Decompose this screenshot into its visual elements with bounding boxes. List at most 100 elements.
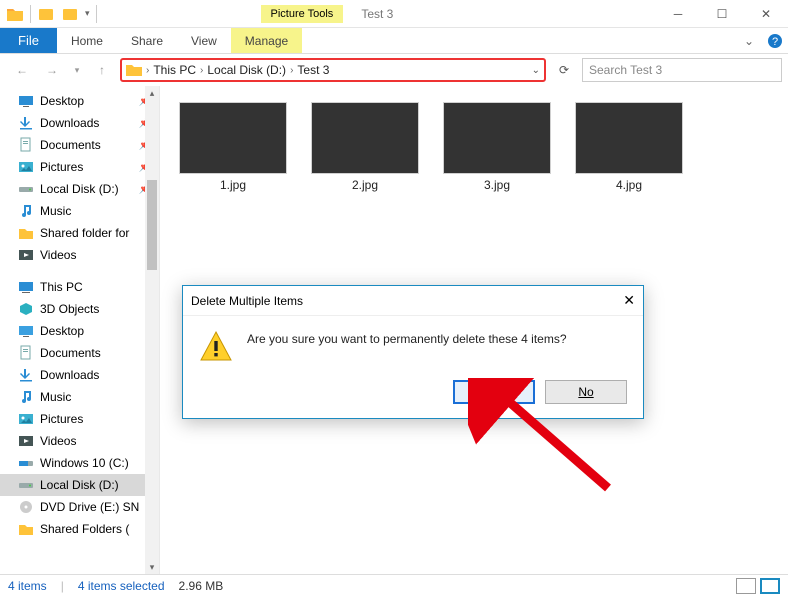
up-button[interactable]: ↑ [90,58,114,82]
document-icon [18,137,34,153]
sidebar-item-label: This PC [40,280,83,294]
window-title: Test 3 [361,7,393,21]
qat-button-2[interactable] [59,3,81,25]
contextual-tab-label: Picture Tools [261,5,344,23]
sidebar-item[interactable]: Videos [0,430,159,452]
videos-icon [18,433,34,449]
sidebar-item[interactable]: Shared Folders ( [0,518,159,540]
sidebar-item[interactable]: Documents📌 [0,134,159,156]
sidebar-item[interactable]: Videos [0,244,159,266]
thumbnail-image [179,102,287,174]
drive-c-icon [18,455,34,471]
qat-button-1[interactable] [35,3,57,25]
chevron-right-icon[interactable]: › [146,65,149,76]
sidebar-item[interactable] [0,266,159,276]
sidebar-item[interactable]: 3D Objects [0,298,159,320]
refresh-button[interactable]: ⟳ [552,58,576,82]
maximize-button[interactable]: ☐ [700,0,744,28]
sidebar-item-label: Local Disk (D:) [40,182,119,196]
sidebar-item[interactable]: Music [0,200,159,222]
sidebar-item[interactable]: Documents [0,342,159,364]
sidebar-item-label: DVD Drive (E:) SN [40,500,139,514]
crumb-local-disk-d[interactable]: Local Disk (D:) [207,63,286,77]
chevron-right-icon[interactable]: › [200,65,203,76]
document-icon [18,345,34,361]
crumb-test-3[interactable]: Test 3 [297,63,329,77]
sidebar-item-label: Downloads [40,116,99,130]
file-item[interactable]: 2.jpg [310,102,420,192]
sidebar-item[interactable]: Local Disk (D:)📌 [0,178,159,200]
minimize-button[interactable]: ─ [656,0,700,28]
forward-button[interactable]: → [40,58,64,82]
view-details-button[interactable] [736,578,756,594]
sidebar-item[interactable]: This PC [0,276,159,298]
shared-icon [18,521,34,537]
ribbon-collapse-icon[interactable]: ⌄ [736,28,762,53]
download-icon [18,115,34,131]
sidebar-item-label: Desktop [40,94,84,108]
status-selected-count: 4 items selected [78,579,165,593]
sidebar-item[interactable]: Local Disk (D:) [0,474,159,496]
svg-text:?: ? [772,36,778,48]
help-icon[interactable]: ? [762,28,788,53]
divider [96,5,97,23]
back-button[interactable]: ← [10,58,34,82]
file-item[interactable]: 3.jpg [442,102,552,192]
quick-access-toolbar: ▾ [0,3,103,25]
sidebar-item[interactable]: Windows 10 (C:) [0,452,159,474]
search-input[interactable]: Search Test 3 [582,58,782,82]
sidebar-item[interactable]: Pictures📌 [0,156,159,178]
sidebar-scrollbar[interactable]: ▴ ▾ [145,86,159,574]
crumb-this-pc[interactable]: This PC [153,63,196,77]
desktop-icon [18,93,34,109]
sidebar-item[interactable]: Shared folder for [0,222,159,244]
scroll-down-icon[interactable]: ▾ [145,560,159,574]
file-item[interactable]: 1.jpg [178,102,288,192]
sidebar-item[interactable]: Desktop [0,320,159,342]
qat-dropdown-icon[interactable]: ▾ [83,8,92,19]
dialog-close-button[interactable]: ✕ [623,292,635,309]
desktop2-icon [18,323,34,339]
tab-home[interactable]: Home [57,28,117,53]
address-dropdown-icon[interactable]: ⌄ [532,65,540,76]
yes-button[interactable]: Yes [453,380,535,404]
pictures-icon [18,159,34,175]
navigation-sidebar: Desktop📌Downloads📌Documents📌Pictures📌Loc… [0,86,160,574]
thispc-icon [18,279,34,295]
recent-dropdown[interactable]: ▾ [70,58,84,82]
status-item-count: 4 items [8,579,47,593]
sidebar-item[interactable]: DVD Drive (E:) SN [0,496,159,518]
sidebar-item[interactable]: Downloads📌 [0,112,159,134]
music-icon [18,203,34,219]
breadcrumb[interactable]: › This PC › Local Disk (D:) › Test 3 ⌄ [120,58,546,82]
scrollbar-thumb[interactable] [147,180,157,270]
status-bar: 4 items | 4 items selected 2.96 MB [0,574,788,596]
close-button[interactable]: ✕ [744,0,788,28]
view-thumbnails-button[interactable] [760,578,780,594]
chevron-right-icon[interactable]: › [290,65,293,76]
folder-icon [126,62,142,78]
file-tab[interactable]: File [0,28,57,53]
tab-manage[interactable]: Manage [231,28,302,53]
drive-icon [18,477,34,493]
pictures-icon [18,411,34,427]
dialog-title: Delete Multiple Items [191,294,303,308]
sidebar-item[interactable]: Desktop📌 [0,90,159,112]
no-button[interactable]: No [545,380,627,404]
sidebar-item[interactable]: Downloads [0,364,159,386]
file-item[interactable]: 4.jpg [574,102,684,192]
thumbnail-image [311,102,419,174]
tab-share[interactable]: Share [117,28,177,53]
sidebar-item-label: Local Disk (D:) [40,478,119,492]
scroll-up-icon[interactable]: ▴ [145,86,159,100]
tab-view[interactable]: View [177,28,231,53]
sidebar-item[interactable]: Pictures [0,408,159,430]
thumbnail-image [443,102,551,174]
shared-icon [18,225,34,241]
status-size: 2.96 MB [179,579,224,593]
sidebar-item[interactable]: Music [0,386,159,408]
sidebar-item-label: 3D Objects [40,302,99,316]
delete-dialog: Delete Multiple Items ✕ Are you sure you… [182,285,644,419]
sidebar-item-label: Music [40,390,71,404]
file-name: 3.jpg [484,178,510,192]
